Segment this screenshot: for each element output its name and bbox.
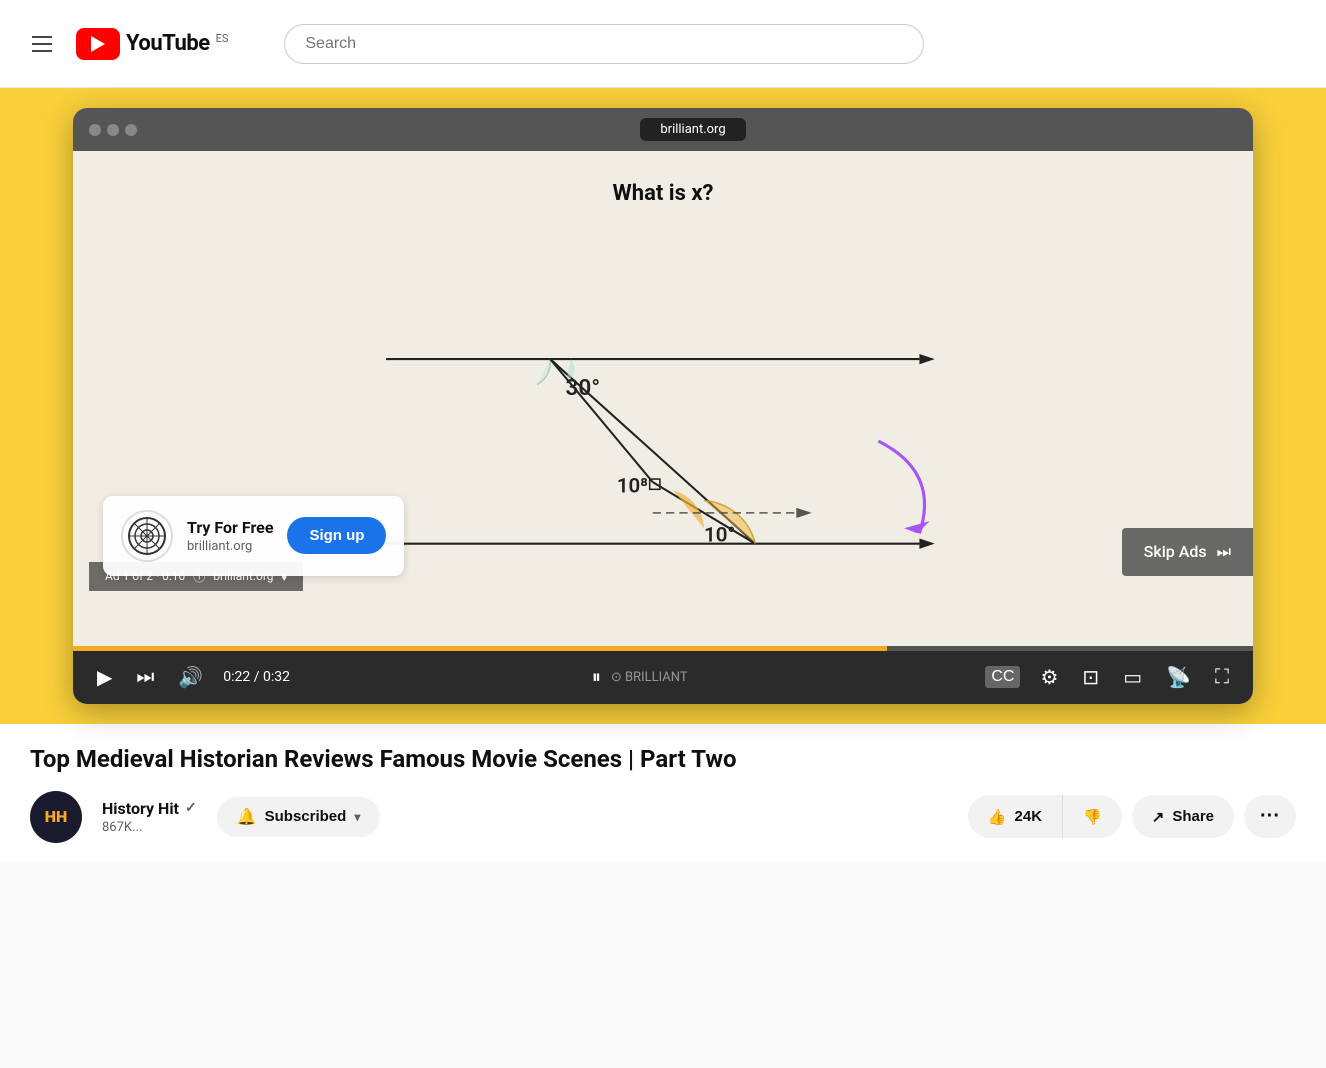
ad-info: Try For Free brilliant.org bbox=[187, 518, 273, 554]
share-label: Share bbox=[1172, 808, 1214, 825]
below-video: Top Medieval Historian Reviews Famous Mo… bbox=[0, 724, 1326, 863]
youtube-text: YouTube bbox=[126, 31, 210, 56]
diagram-title: What is x? bbox=[613, 181, 714, 206]
subscribe-label: Subscribed bbox=[265, 808, 347, 825]
ad-try-label: Try For Free bbox=[187, 518, 273, 537]
verified-icon: ✓ bbox=[185, 800, 197, 816]
miniplayer-button[interactable]: ⊡ bbox=[1078, 663, 1103, 692]
next-button[interactable]: ⏭ bbox=[132, 664, 158, 691]
player-controls: ▶ ⏭ 🔊 0:22 / 0:32 ⏸ ⊙ BRILLIANT CC ⚙ ⊡ ▭… bbox=[73, 651, 1253, 704]
thumbs-up-icon: 👍 bbox=[988, 808, 1007, 826]
like-button[interactable]: 👍 24K bbox=[968, 795, 1063, 838]
search-bar bbox=[284, 24, 924, 64]
like-count: 24K bbox=[1015, 808, 1043, 825]
fullscreen-button[interactable]: ⛶ bbox=[1211, 664, 1233, 691]
youtube-icon bbox=[76, 28, 120, 60]
chevron-down-icon: ▾ bbox=[354, 810, 360, 824]
skip-ads-label: Skip Ads bbox=[1144, 542, 1207, 561]
time-separator: / bbox=[254, 669, 263, 685]
play-button[interactable]: ▶ bbox=[93, 663, 116, 692]
main-content: brilliant.org What is x? 30° bbox=[0, 88, 1326, 863]
video-player: brilliant.org What is x? 30° bbox=[73, 108, 1253, 704]
channel-subs: 867K... bbox=[102, 820, 197, 835]
hamburger-menu-button[interactable] bbox=[24, 28, 60, 60]
cc-button[interactable]: CC bbox=[985, 666, 1020, 688]
bell-icon: 🔔 bbox=[237, 807, 257, 827]
diagram-area: What is x? 30° bbox=[73, 151, 1253, 646]
channel-name: History Hit ✓ bbox=[102, 799, 197, 818]
share-button[interactable]: ↗ Share bbox=[1132, 795, 1234, 838]
browser-dots bbox=[89, 124, 137, 136]
youtube-logo[interactable]: YouTube ES bbox=[76, 28, 228, 60]
channel-avatar[interactable]: HH bbox=[30, 791, 82, 843]
action-buttons: 👍 24K 👎 ↗ Share ··· bbox=[968, 795, 1296, 838]
thumbs-down-icon: 👎 bbox=[1083, 808, 1102, 826]
ad-domain: brilliant.org bbox=[187, 539, 273, 554]
browser-chrome: brilliant.org bbox=[73, 108, 1253, 151]
ad-overlay: Try For Free brilliant.org Sign up bbox=[103, 496, 404, 576]
watermark: ⏸ ⊙ BRILLIANT bbox=[306, 665, 969, 690]
pause-watermark-button[interactable]: ⏸ bbox=[588, 665, 605, 690]
dislike-button[interactable]: 👎 bbox=[1063, 795, 1122, 838]
svg-text:10°: 10° bbox=[704, 524, 735, 548]
video-container: brilliant.org What is x? 30° bbox=[0, 88, 1326, 724]
like-dislike-group: 👍 24K 👎 bbox=[968, 795, 1122, 838]
skip-ads-icon: ⏭ bbox=[1217, 542, 1231, 562]
subscribe-button[interactable]: 🔔 Subscribed ▾ bbox=[217, 797, 381, 837]
theater-button[interactable]: ▭ bbox=[1119, 663, 1146, 692]
ad-logo bbox=[121, 510, 173, 562]
progress-bar[interactable] bbox=[73, 646, 1253, 651]
svg-text:10⁸: 10⁸ bbox=[617, 474, 648, 498]
progress-fill bbox=[73, 646, 887, 651]
header: YouTube ES bbox=[0, 0, 1326, 88]
channel-row: HH History Hit ✓ 867K... 🔔 Subscribed ▾ … bbox=[30, 791, 1296, 843]
watermark-text: ⊙ BRILLIANT bbox=[611, 670, 688, 685]
more-button[interactable]: ··· bbox=[1244, 795, 1296, 838]
brilliant-logo-icon bbox=[127, 516, 167, 556]
dot-green bbox=[125, 124, 137, 136]
signup-button[interactable]: Sign up bbox=[287, 517, 386, 554]
cast-button[interactable]: 📡 bbox=[1162, 663, 1195, 692]
time-current: 0:22 bbox=[223, 669, 250, 685]
share-icon: ↗ bbox=[1152, 808, 1165, 826]
volume-button[interactable]: 🔊 bbox=[174, 663, 207, 692]
channel-info: History Hit ✓ 867K... bbox=[102, 799, 197, 835]
country-code: ES bbox=[216, 32, 229, 45]
browser-url-bar: brilliant.org bbox=[640, 118, 745, 141]
more-icon: ··· bbox=[1260, 805, 1280, 828]
time-total: 0:32 bbox=[263, 669, 290, 685]
dot-yellow bbox=[107, 124, 119, 136]
settings-button[interactable]: ⚙ bbox=[1036, 663, 1062, 692]
browser-url-area: brilliant.org bbox=[149, 118, 1237, 141]
time-display: 0:22 / 0:32 bbox=[223, 669, 290, 685]
search-input[interactable] bbox=[284, 24, 924, 64]
skip-ads-button[interactable]: Skip Ads ⏭ bbox=[1122, 528, 1253, 576]
dot-red bbox=[89, 124, 101, 136]
video-title: Top Medieval Historian Reviews Famous Mo… bbox=[30, 744, 1296, 775]
